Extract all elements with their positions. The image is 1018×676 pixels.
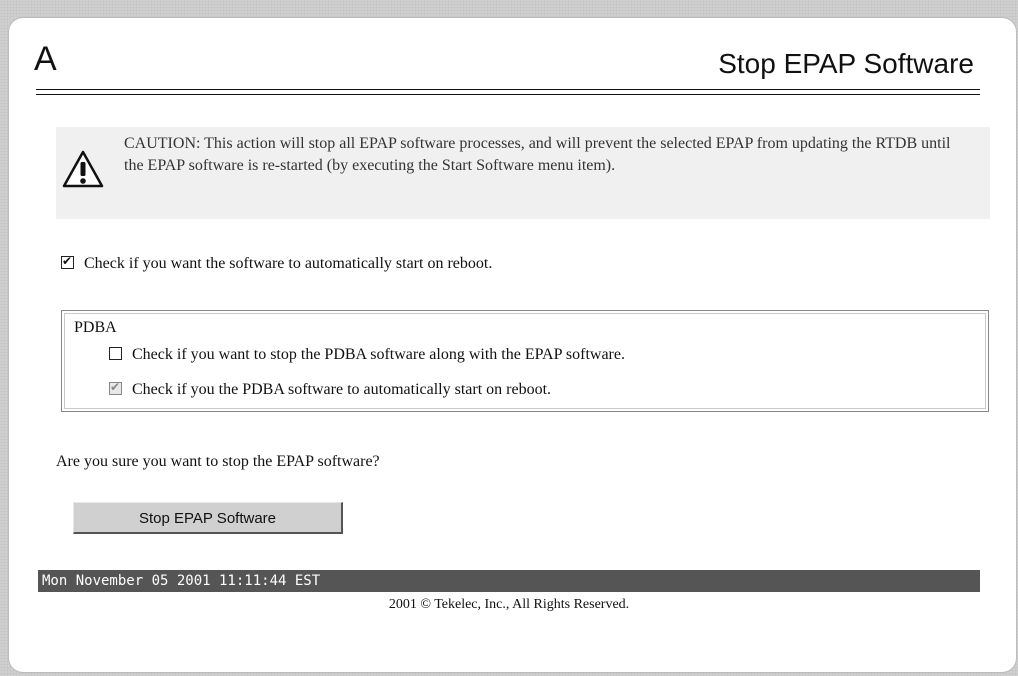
- status-timestamp: Mon November 05 2001 11:11:44 EST: [38, 570, 980, 592]
- page-header: A Stop EPAP Software: [28, 40, 980, 88]
- pdba-auto-start-checkbox[interactable]: ✔: [109, 380, 122, 395]
- caution-text: CAUTION: This action will stop all EPAP …: [124, 135, 951, 174]
- page-title: Stop EPAP Software: [718, 48, 974, 79]
- title-divider-bottom: [36, 94, 980, 95]
- checkmark-icon: ✔: [62, 254, 73, 268]
- pdba-auto-start-label: Check if you the PDBA software to automa…: [132, 381, 552, 398]
- auto-start-option: ✔ Check if you want the software to autom…: [61, 254, 492, 274]
- warning-triangle-icon: [61, 149, 105, 189]
- stop-epap-software-button[interactable]: Stop EPAP Software: [73, 502, 343, 534]
- title-divider-top: [36, 89, 980, 90]
- checkmark-icon: ✔: [110, 380, 121, 394]
- stop-pdba-checkbox[interactable]: [109, 347, 122, 360]
- pdba-heading: PDBA: [74, 319, 117, 336]
- copyright-text: 2001 © Tekelec, Inc., All Rights Reserve…: [388, 597, 630, 612]
- caution-box: CAUTION: This action will stop all EPAP …: [56, 127, 990, 219]
- stop-pdba-option: Check if you want to stop the PDBA softw…: [109, 345, 625, 365]
- stop-pdba-label: Check if you want to stop the PDBA softw…: [132, 346, 625, 363]
- pdba-auto-start-option: ✔ Check if you the PDBA software to autom…: [109, 380, 551, 400]
- auto-start-checkbox[interactable]: ✔: [61, 254, 74, 269]
- confirm-question: Are you sure you want to stop the EPAP s…: [56, 453, 380, 470]
- auto-start-label: Check if you want the software to automa…: [84, 255, 493, 272]
- app-letter: A: [34, 40, 57, 78]
